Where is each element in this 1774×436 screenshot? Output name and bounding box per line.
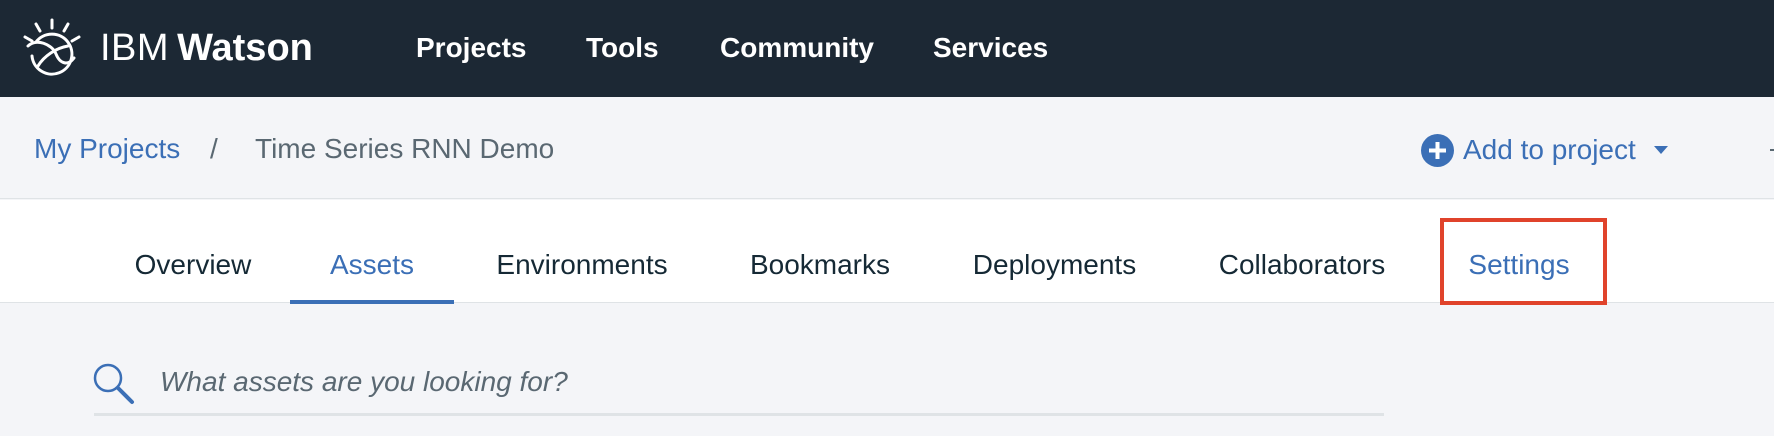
nav-item-tools[interactable]: Tools xyxy=(586,30,659,66)
top-navigation-bar: IBM Watson Projects Tools Community Servi… xyxy=(0,0,1774,97)
nav-item-projects[interactable]: Projects xyxy=(416,30,527,66)
brand-title[interactable]: IBM Watson xyxy=(100,26,313,70)
search-underline xyxy=(94,413,1384,416)
plus-circle-icon xyxy=(1421,133,1454,167)
breadcrumb-my-projects-link[interactable]: My Projects xyxy=(34,131,180,167)
watson-logo-icon[interactable] xyxy=(22,18,82,78)
add-to-project-label: Add to project xyxy=(1463,134,1636,165)
overflow-menu-icon[interactable] xyxy=(1770,149,1774,151)
asset-search-input[interactable] xyxy=(160,360,1380,404)
search-icon xyxy=(93,363,134,404)
tab-deployments[interactable]: Deployments xyxy=(971,200,1138,303)
tab-assets[interactable]: Assets xyxy=(290,200,454,304)
project-tabs: Overview Assets Environments Bookmarks D… xyxy=(0,200,1774,304)
breadcrumb-current-project: Time Series RNN Demo xyxy=(255,133,555,164)
tab-overview[interactable]: Overview xyxy=(134,200,252,303)
tab-environments[interactable]: Environments xyxy=(494,200,670,303)
brand-prefix: IBM xyxy=(100,27,170,69)
tab-collaborators[interactable]: Collaborators xyxy=(1217,200,1387,303)
brand-name: Watson xyxy=(177,27,313,69)
chevron-down-icon xyxy=(1653,145,1668,154)
breadcrumb-separator: / xyxy=(210,133,218,164)
nav-item-community[interactable]: Community xyxy=(720,30,874,66)
tab-settings[interactable]: Settings xyxy=(1467,200,1571,303)
nav-item-services[interactable]: Services xyxy=(933,30,1048,66)
tab-bookmarks[interactable]: Bookmarks xyxy=(749,200,891,303)
project-header: My Projects / Time Series RNN Demo Add t… xyxy=(0,97,1774,199)
add-to-project-button[interactable]: Add to project xyxy=(1421,132,1668,168)
